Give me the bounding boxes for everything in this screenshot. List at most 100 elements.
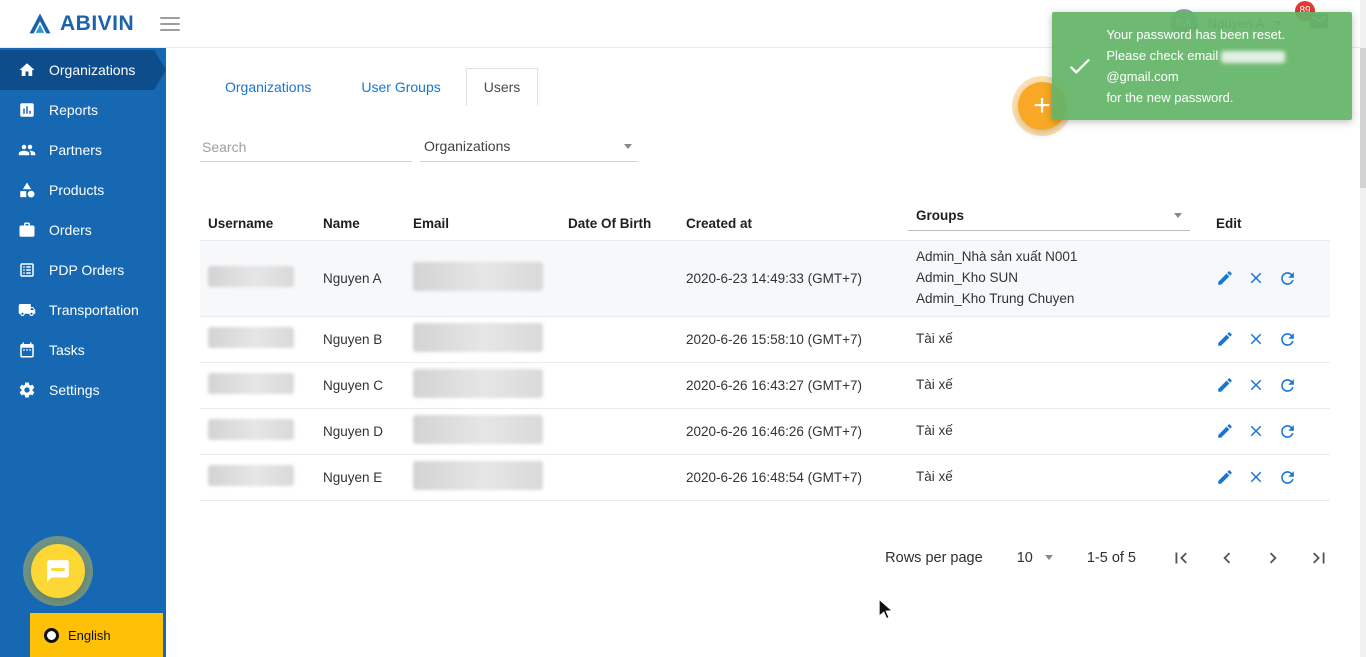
header-email: Email bbox=[413, 216, 450, 231]
table-row: Nguyen C 2020-6-26 16:43:27 (GMT+7) Tài … bbox=[200, 363, 1330, 409]
brand-logo[interactable]: ABIVIN bbox=[26, 10, 134, 38]
cell-groups: Tài xế bbox=[916, 468, 953, 484]
edit-icon[interactable] bbox=[1216, 468, 1234, 486]
table-row: Nguyen B 2020-6-26 15:58:10 (GMT+7) Tài … bbox=[200, 317, 1330, 363]
rows-per-page-select[interactable]: 10 bbox=[1017, 550, 1053, 566]
reset-password-icon[interactable] bbox=[1278, 468, 1297, 487]
delete-icon[interactable] bbox=[1247, 422, 1265, 440]
language-selector[interactable]: English bbox=[30, 613, 163, 657]
sidebar-item-label: Organizations bbox=[49, 62, 136, 78]
main-content: Organizations User Groups Users Organiza… bbox=[166, 48, 1366, 657]
menu-icon[interactable] bbox=[160, 13, 181, 35]
truck-icon bbox=[18, 304, 36, 316]
sidebar-item-label: Orders bbox=[49, 222, 92, 238]
redacted-email bbox=[413, 323, 543, 353]
table-row: Nguyen E 2020-6-26 16:48:54 (GMT+7) Tài … bbox=[200, 455, 1330, 501]
redacted-username bbox=[208, 266, 294, 288]
sidebar-item-label: PDP Orders bbox=[49, 262, 125, 278]
chevron-down-icon bbox=[1044, 555, 1053, 561]
header-dob: Date Of Birth bbox=[568, 216, 652, 231]
edit-icon[interactable] bbox=[1216, 269, 1234, 287]
cell-dob bbox=[560, 425, 678, 437]
header-groups-filter[interactable]: Groups bbox=[908, 208, 1190, 231]
delete-icon[interactable] bbox=[1247, 330, 1265, 348]
sidebar-item-organizations[interactable]: Organizations bbox=[0, 50, 166, 90]
cell-name: Nguyen D bbox=[323, 423, 384, 439]
table-row: Nguyen A 2020-6-23 14:49:33 (GMT+7) Admi… bbox=[200, 241, 1330, 317]
briefcase-icon bbox=[19, 222, 35, 237]
sidebar-item-orders[interactable]: Orders bbox=[0, 210, 166, 250]
header-name: Name bbox=[323, 216, 360, 231]
people-icon bbox=[18, 144, 36, 156]
sidebar-item-transportation[interactable]: Transportation bbox=[0, 290, 166, 330]
redacted-email bbox=[1221, 50, 1286, 63]
redacted-email bbox=[413, 369, 543, 399]
pagination-nav bbox=[1170, 547, 1330, 569]
redacted-username bbox=[208, 373, 294, 395]
header-edit: Edit bbox=[1216, 216, 1242, 231]
cell-created-at: 2020-6-26 16:48:54 (GMT+7) bbox=[686, 469, 862, 485]
redacted-email bbox=[413, 415, 543, 445]
delete-icon[interactable] bbox=[1247, 269, 1265, 287]
reset-password-icon[interactable] bbox=[1278, 376, 1297, 395]
sidebar-item-pdp-orders[interactable]: PDP Orders bbox=[0, 250, 166, 290]
abivin-logo-icon bbox=[29, 13, 51, 33]
reset-password-icon[interactable] bbox=[1278, 422, 1297, 441]
sidebar-item-partners[interactable]: Partners bbox=[0, 130, 166, 170]
check-icon bbox=[1069, 58, 1090, 75]
chevron-down-icon bbox=[624, 143, 632, 149]
tab-users[interactable]: Users bbox=[465, 68, 539, 106]
reset-password-icon[interactable] bbox=[1278, 269, 1297, 288]
last-page-button[interactable] bbox=[1308, 547, 1330, 569]
redacted-username bbox=[208, 465, 294, 487]
toast-notification[interactable]: Your password has been reset. Please che… bbox=[1052, 12, 1352, 121]
organizations-filter-dropdown[interactable]: Organizations bbox=[420, 132, 638, 162]
cell-groups: Tài xế bbox=[916, 330, 953, 346]
reset-password-icon[interactable] bbox=[1278, 330, 1297, 349]
sidebar-item-tasks[interactable]: Tasks bbox=[0, 330, 166, 370]
filter-row: Organizations bbox=[200, 132, 1366, 162]
cell-name: Nguyen B bbox=[323, 331, 383, 347]
sidebar-item-label: Settings bbox=[49, 382, 100, 398]
edit-icon[interactable] bbox=[1216, 330, 1234, 348]
sidebar-item-label: Reports bbox=[49, 102, 99, 118]
tab-organizations[interactable]: Organizations bbox=[200, 68, 336, 106]
tab-user-groups[interactable]: User Groups bbox=[336, 68, 465, 106]
brand-name: ABIVIN bbox=[60, 11, 135, 35]
home-icon bbox=[18, 61, 36, 79]
cell-dob bbox=[560, 471, 678, 483]
sidebar-item-products[interactable]: Products bbox=[0, 170, 166, 210]
bar-chart-icon bbox=[20, 103, 34, 117]
sidebar-item-label: Tasks bbox=[49, 342, 85, 358]
first-page-button[interactable] bbox=[1170, 547, 1192, 569]
cell-name: Nguyen A bbox=[323, 270, 382, 286]
chat-button[interactable] bbox=[31, 544, 85, 598]
language-label: English bbox=[68, 627, 111, 643]
redacted-username bbox=[208, 419, 294, 441]
cell-groups: Tài xế bbox=[916, 422, 953, 438]
search-input[interactable] bbox=[200, 133, 412, 162]
table-header: Username Name Email Date Of Birth Create… bbox=[200, 208, 1330, 240]
cell-groups: Tài xế bbox=[916, 376, 953, 392]
category-icon bbox=[20, 182, 35, 198]
language-icon bbox=[44, 627, 59, 643]
table-row: Nguyen D 2020-6-26 16:46:26 (GMT+7) Tài … bbox=[200, 409, 1330, 455]
sidebar-item-settings[interactable]: Settings bbox=[0, 370, 166, 410]
next-page-button[interactable] bbox=[1262, 547, 1284, 569]
scrollbar[interactable] bbox=[1360, 0, 1366, 657]
redacted-email bbox=[413, 461, 543, 491]
pagination: Rows per page 10 1-5 of 5 bbox=[166, 547, 1330, 569]
delete-icon[interactable] bbox=[1247, 468, 1265, 486]
filter-label: Organizations bbox=[424, 138, 511, 154]
sidebar-item-reports[interactable]: Reports bbox=[0, 90, 166, 130]
previous-page-button[interactable] bbox=[1216, 547, 1238, 569]
users-table: Username Name Email Date Of Birth Create… bbox=[200, 208, 1330, 501]
edit-icon[interactable] bbox=[1216, 422, 1234, 440]
cell-created-at: 2020-6-23 14:49:33 (GMT+7) bbox=[686, 270, 862, 286]
gear-icon bbox=[19, 382, 35, 398]
cell-created-at: 2020-6-26 15:58:10 (GMT+7) bbox=[686, 331, 862, 347]
cell-name: Nguyen C bbox=[323, 377, 384, 393]
edit-icon[interactable] bbox=[1216, 376, 1234, 394]
sidebar-item-label: Partners bbox=[49, 142, 102, 158]
delete-icon[interactable] bbox=[1247, 376, 1265, 394]
